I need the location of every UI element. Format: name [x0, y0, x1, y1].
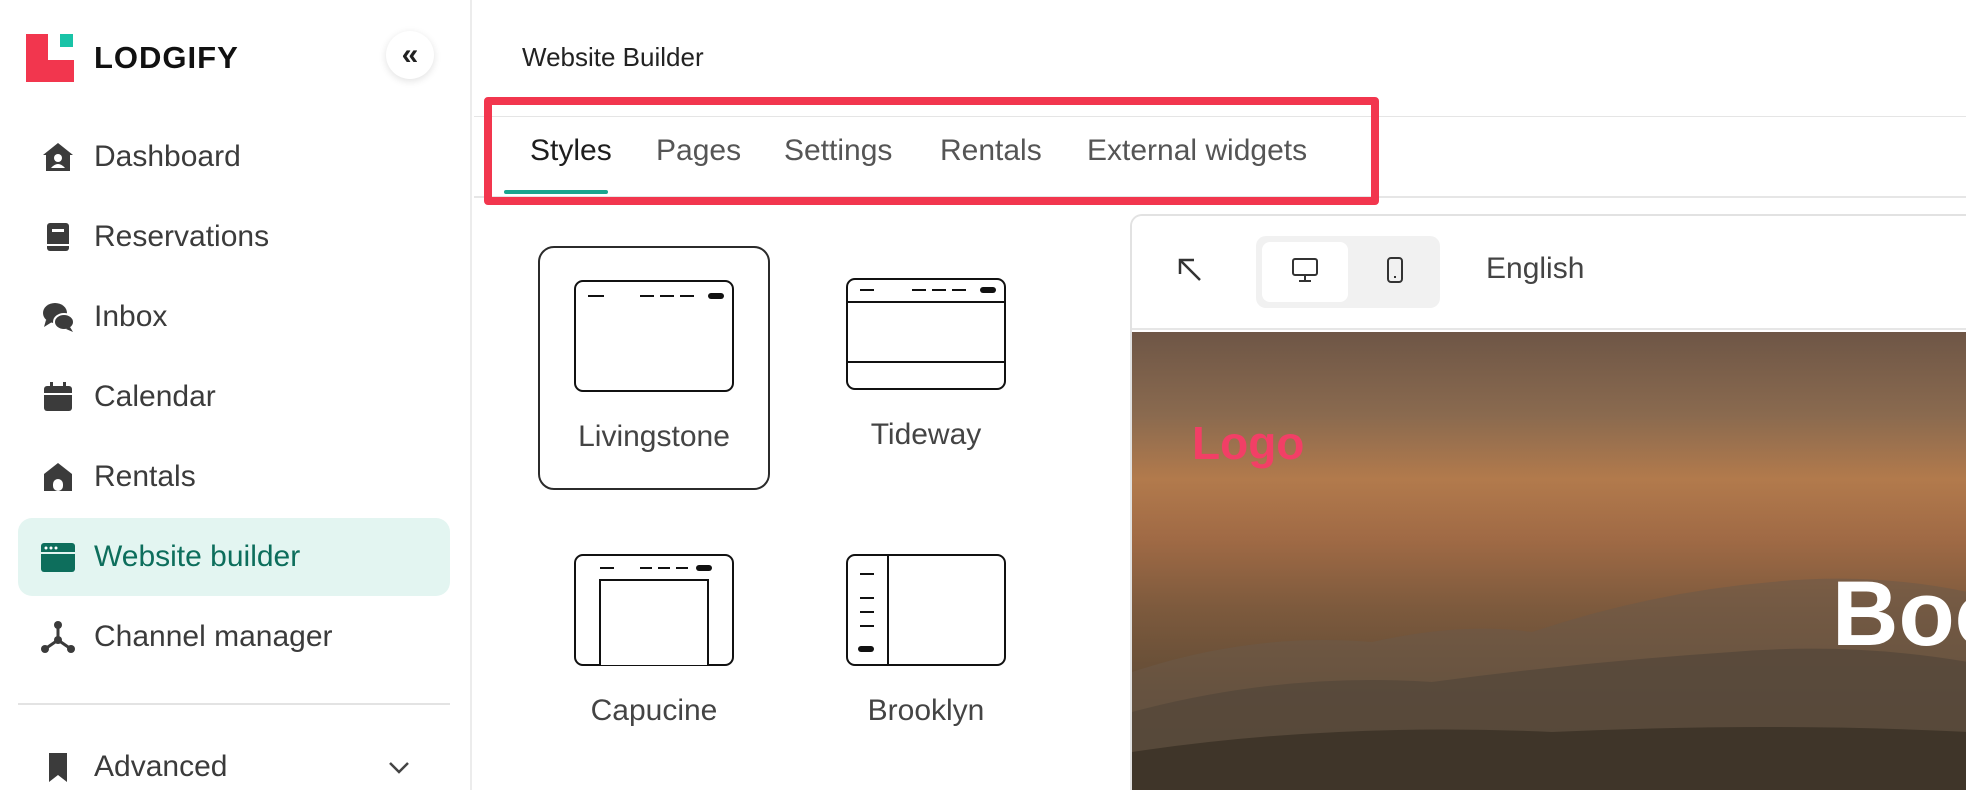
- language-selector[interactable]: English: [1486, 252, 1584, 286]
- style-card-label: Brooklyn: [867, 694, 985, 727]
- capucine-layout-icon: [574, 554, 734, 667]
- bookmark-icon: [40, 749, 76, 785]
- lodgify-logo-mark-icon: [26, 34, 74, 82]
- sidebar-item-label: Calendar: [94, 380, 216, 413]
- sidebar-item-rentals[interactable]: Rentals: [18, 438, 450, 516]
- landscape-hills-graphic: [1132, 578, 1966, 790]
- sidebar-item-label: Inbox: [94, 300, 168, 333]
- sidebar-item-advanced[interactable]: Advanced: [18, 728, 450, 790]
- sidebar-item-label: Reservations: [94, 220, 270, 253]
- sidebar-item-calendar[interactable]: Calendar: [18, 358, 450, 436]
- website-preview: English Logo Boo: [1130, 214, 1966, 790]
- sidebar-item-inbox[interactable]: Inbox: [18, 278, 450, 356]
- style-card-label: Livingstone: [578, 420, 730, 453]
- style-card-capucine[interactable]: Capucine: [538, 520, 770, 764]
- monitor-icon: [1291, 257, 1319, 288]
- tideway-layout-icon: [846, 278, 1006, 390]
- style-card-tideway[interactable]: Tideway: [810, 246, 1042, 490]
- device-toggle: [1256, 236, 1440, 308]
- chevron-down-icon: [388, 754, 410, 782]
- preview-site-logo[interactable]: Logo: [1192, 416, 1304, 470]
- tabs-highlight-annotation: [484, 97, 1379, 205]
- sidebar-item-label: Dashboard: [94, 140, 241, 173]
- mobile-view-button[interactable]: [1356, 242, 1434, 302]
- book-icon: [40, 219, 76, 255]
- sidebar-item-label: Website builder: [94, 540, 301, 573]
- preview-hero-image: Logo Boo: [1132, 332, 1966, 790]
- style-card-label: Capucine: [590, 694, 718, 727]
- style-card-label: Tideway: [870, 418, 982, 451]
- home-user-icon: [40, 139, 76, 175]
- brooklyn-layout-icon: [846, 554, 1006, 666]
- double-chevron-left-icon: «: [401, 38, 419, 71]
- sidebar: LODGIFY « Dashboard Reservations Inbox C…: [0, 0, 472, 790]
- sidebar-divider: [18, 703, 450, 705]
- style-card-livingstone[interactable]: Livingstone: [538, 246, 770, 490]
- sidebar-item-label: Channel manager: [94, 620, 333, 653]
- sidebar-item-website-builder[interactable]: Website builder: [18, 518, 450, 596]
- livingstone-layout-icon: [574, 280, 734, 392]
- network-nodes-icon: [40, 619, 76, 655]
- page-title: Website Builder: [522, 42, 704, 72]
- brand-logo[interactable]: LODGIFY: [26, 34, 239, 82]
- preview-hero-heading: Boo: [1832, 563, 1966, 665]
- sidebar-item-channel-manager[interactable]: Channel manager: [18, 598, 450, 676]
- sidebar-item-dashboard[interactable]: Dashboard: [18, 118, 450, 196]
- brand-name: LODGIFY: [94, 40, 239, 75]
- sidebar-item-reservations[interactable]: Reservations: [18, 198, 450, 276]
- calendar-icon: [40, 379, 76, 415]
- chat-bubbles-icon: [40, 299, 76, 335]
- sidebar-item-label: Advanced: [94, 750, 228, 783]
- phone-icon: [1385, 256, 1405, 289]
- collapse-sidebar-button[interactable]: «: [386, 31, 434, 79]
- sidebar-item-label: Rentals: [94, 460, 196, 493]
- house-icon: [40, 459, 76, 495]
- main-content: Website Builder Styles Pages Settings Re…: [474, 0, 1966, 790]
- preview-toolbar: English: [1132, 216, 1966, 330]
- style-card-brooklyn[interactable]: Brooklyn: [810, 520, 1042, 764]
- browser-window-icon: [40, 539, 76, 575]
- desktop-view-button[interactable]: [1262, 242, 1348, 302]
- expand-arrow-icon[interactable]: [1176, 256, 1206, 286]
